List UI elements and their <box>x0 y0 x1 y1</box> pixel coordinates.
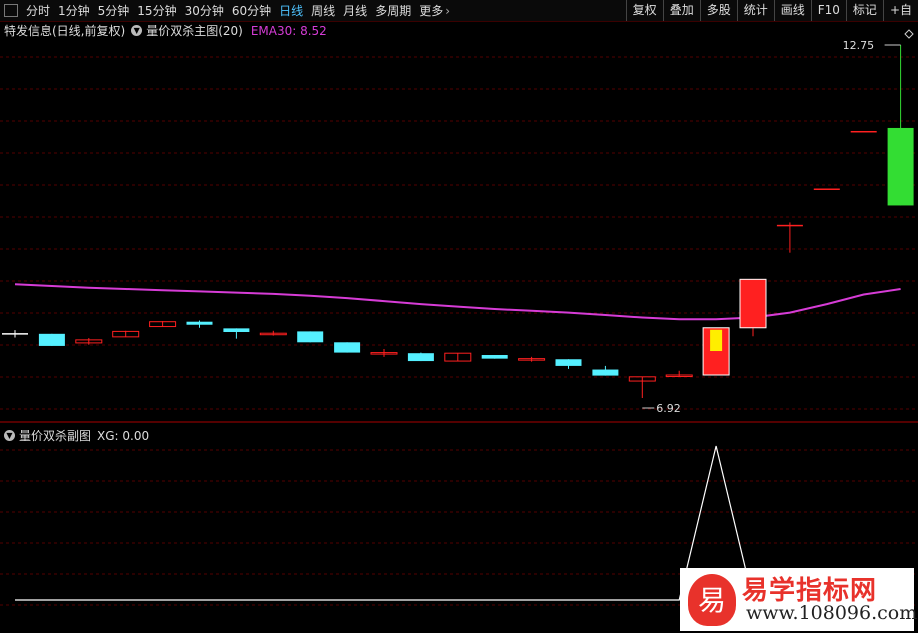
watermark-logo: 易 <box>688 574 736 626</box>
candle-body <box>223 328 250 333</box>
watermark-url: www.108096.com <box>746 602 918 624</box>
candle-body <box>297 331 324 343</box>
candle-body <box>592 369 619 376</box>
candle-body <box>481 355 508 359</box>
price-chart[interactable]: 12.75 6.92 <box>0 0 918 633</box>
high-price-label: 12.75 <box>843 39 875 52</box>
candle-body <box>186 321 213 325</box>
signal-highlight <box>710 329 723 352</box>
candle-body <box>776 224 803 227</box>
candle-body <box>850 130 877 133</box>
candle-body <box>887 127 914 206</box>
candle-body <box>739 278 767 329</box>
candle-body <box>334 342 361 353</box>
candle-body <box>555 359 582 366</box>
watermark: 易 易学指标网 www.108096.com <box>680 568 918 631</box>
ema30-line <box>14 283 901 321</box>
low-price-label: 6.92 <box>656 402 681 415</box>
candle-body <box>38 333 65 346</box>
candle-body <box>813 188 840 191</box>
scroll-marker-icon <box>904 29 914 39</box>
candle-body <box>407 353 434 362</box>
